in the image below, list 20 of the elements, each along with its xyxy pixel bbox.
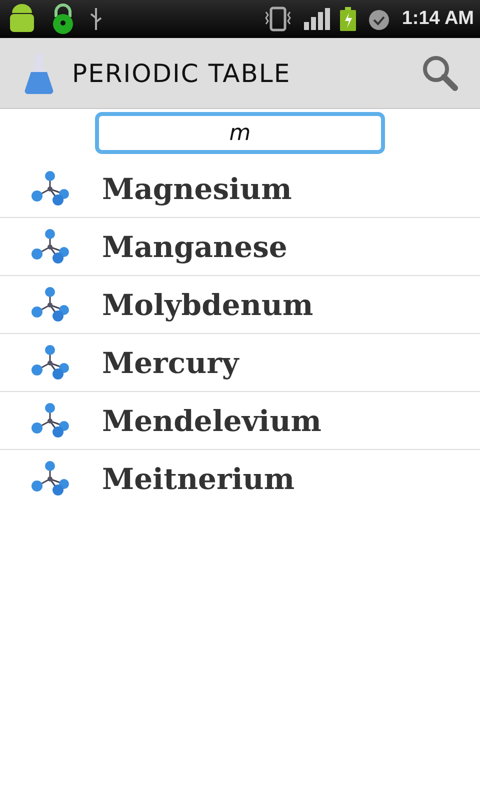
molecule-icon	[30, 286, 72, 322]
app-title: PERIODIC TABLE	[72, 58, 292, 88]
molecule-icon	[30, 402, 72, 438]
molecule-icon	[30, 460, 72, 496]
element-name[interactable]: Mendelevium	[102, 404, 322, 438]
search-field[interactable]: m	[95, 112, 385, 154]
molecule-icon	[30, 344, 72, 380]
signal-icon	[304, 8, 330, 30]
element-name[interactable]: Mercury	[102, 346, 239, 380]
flask-icon	[24, 52, 54, 94]
molecule-icon	[30, 170, 72, 206]
search-button[interactable]	[422, 55, 458, 91]
element-name[interactable]: Molybdenum	[102, 288, 314, 322]
element-name[interactable]: Manganese	[102, 230, 288, 264]
clock-time: 1:14 AM	[402, 8, 474, 30]
molecule-icon	[30, 228, 72, 264]
element-name[interactable]: Meitnerium	[102, 462, 295, 496]
element-name[interactable]: Magnesium	[102, 172, 292, 206]
battery-icon	[340, 7, 356, 31]
usb-icon	[88, 6, 104, 32]
